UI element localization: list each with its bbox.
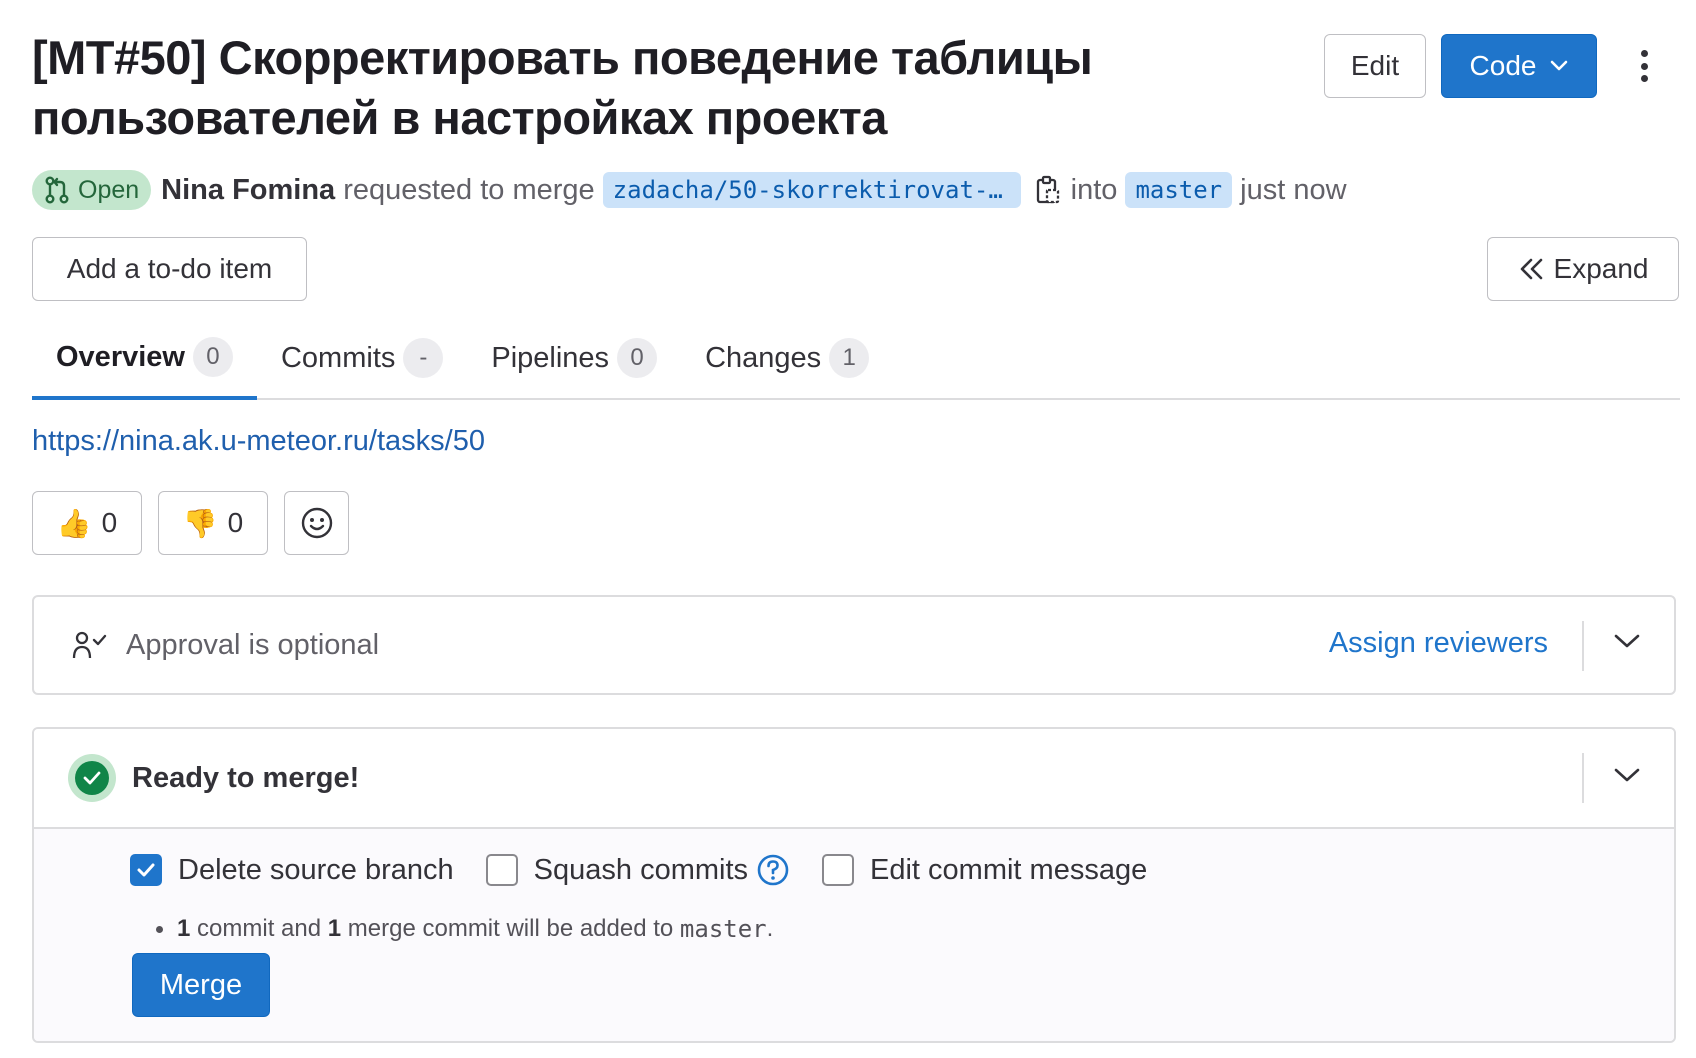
- merge-button[interactable]: Merge: [132, 953, 270, 1017]
- status-text: Open: [78, 175, 140, 204]
- more-actions-kebab-icon[interactable]: [1634, 44, 1654, 88]
- merge-widget: Ready to merge! Delete source branch Squ…: [32, 727, 1676, 1043]
- expand-sidebar-button[interactable]: Expand: [1487, 237, 1679, 301]
- merge-commit-count: 1: [327, 915, 342, 942]
- note-text: merge commit will be added to: [341, 915, 680, 942]
- edit-commit-message-checkbox[interactable]: [822, 854, 855, 886]
- edit-button[interactable]: Edit: [1324, 34, 1426, 98]
- thumbs-down-count: 0: [227, 507, 244, 538]
- bullet: [156, 925, 163, 933]
- divider: [1582, 621, 1584, 671]
- thumbs-down-button[interactable]: 👎 0: [158, 491, 268, 555]
- tab-changes[interactable]: Changes 1: [681, 318, 893, 398]
- commit-count: 1: [177, 915, 191, 942]
- approval-panel: Approval is optional Assign reviewers: [32, 595, 1676, 695]
- merge-widget-header: Ready to merge!: [34, 729, 1674, 829]
- source-branch[interactable]: zadacha/50-skorrektirovat-…: [602, 172, 1021, 208]
- tab-count: -: [403, 338, 444, 378]
- add-todo-button[interactable]: Add a to-do item: [32, 237, 307, 301]
- note-text: commit and: [190, 915, 328, 942]
- tab-label: Pipelines: [491, 341, 610, 374]
- code-dropdown-button[interactable]: Code: [1441, 34, 1597, 98]
- tab-count: 0: [617, 338, 658, 378]
- delete-source-branch-label: Delete source branch: [178, 853, 454, 886]
- merge-request-icon: [45, 176, 69, 204]
- time-text: just now: [1240, 173, 1347, 206]
- chevron-down-icon[interactable]: [1614, 633, 1640, 649]
- commit-info-note: 1 commit and 1 merge commit will be adde…: [156, 915, 773, 943]
- thumbs-up-icon: 👍: [56, 507, 92, 539]
- squash-commits-checkbox[interactable]: [485, 854, 518, 886]
- help-icon[interactable]: [756, 853, 790, 887]
- thumbs-up-count: 0: [101, 507, 118, 538]
- squash-commits-option[interactable]: Squash commits: [485, 853, 790, 887]
- tab-label: Commits: [280, 341, 396, 374]
- edit-commit-message-option[interactable]: Edit commit message: [822, 854, 1147, 887]
- approval-user-check-icon: [72, 630, 108, 660]
- tab-commits[interactable]: Commits -: [257, 318, 467, 398]
- code-button-label: Code: [1469, 50, 1537, 81]
- divider: [1582, 753, 1584, 803]
- chevron-double-left-icon: [1520, 258, 1542, 280]
- smiley-icon: [301, 507, 332, 539]
- expand-label: Expand: [1553, 253, 1649, 284]
- target-branch-code: master: [679, 915, 767, 943]
- tab-count: 1: [829, 338, 870, 378]
- description-link[interactable]: https://nina.ak.u-meteor.ru/tasks/50: [32, 425, 485, 458]
- edit-commit-message-label: Edit commit message: [870, 853, 1148, 886]
- tab-label: Changes: [705, 341, 822, 374]
- note-text: .: [766, 915, 774, 942]
- thumbs-up-button[interactable]: 👍 0: [32, 491, 142, 555]
- status-badge: Open: [32, 170, 152, 210]
- tab-overview[interactable]: Overview 0: [32, 318, 257, 400]
- squash-commits-label: Squash commits: [533, 853, 749, 886]
- author-link[interactable]: Nina Fomina: [161, 174, 335, 207]
- merge-request-meta: Open Nina Fomina requested to merge zada…: [32, 170, 1347, 210]
- approval-text: Approval is optional: [126, 628, 380, 661]
- delete-source-branch-option[interactable]: Delete source branch: [130, 854, 454, 887]
- page-title: [MT#50] Скорректировать поведение таблиц…: [32, 31, 1093, 144]
- into-text: into: [1070, 173, 1118, 206]
- target-branch[interactable]: master: [1125, 172, 1233, 208]
- chevron-down-icon[interactable]: [1614, 767, 1640, 783]
- success-status-icon: [68, 754, 116, 802]
- add-reaction-button[interactable]: [284, 491, 349, 555]
- tab-pipelines[interactable]: Pipelines 0: [467, 318, 681, 398]
- tab-count: 0: [192, 337, 233, 377]
- merge-widget-body: Delete source branch Squash commits Edit…: [34, 829, 1674, 1041]
- action-text: requested to merge: [343, 173, 595, 206]
- merge-request-tabs: Overview 0 Commits - Pipelines 0 Changes…: [32, 318, 1680, 400]
- merge-status-text: Ready to merge!: [132, 761, 360, 794]
- chevron-down-icon: [1551, 60, 1568, 71]
- thumbs-down-icon: 👎: [182, 507, 218, 539]
- merge-options: Delete source branch Squash commits Edit…: [130, 853, 1179, 887]
- tab-label: Overview: [56, 340, 185, 373]
- copy-branch-icon[interactable]: [1035, 175, 1061, 205]
- delete-source-branch-checkbox[interactable]: [130, 854, 162, 886]
- assign-reviewers-link[interactable]: Assign reviewers: [1329, 627, 1548, 660]
